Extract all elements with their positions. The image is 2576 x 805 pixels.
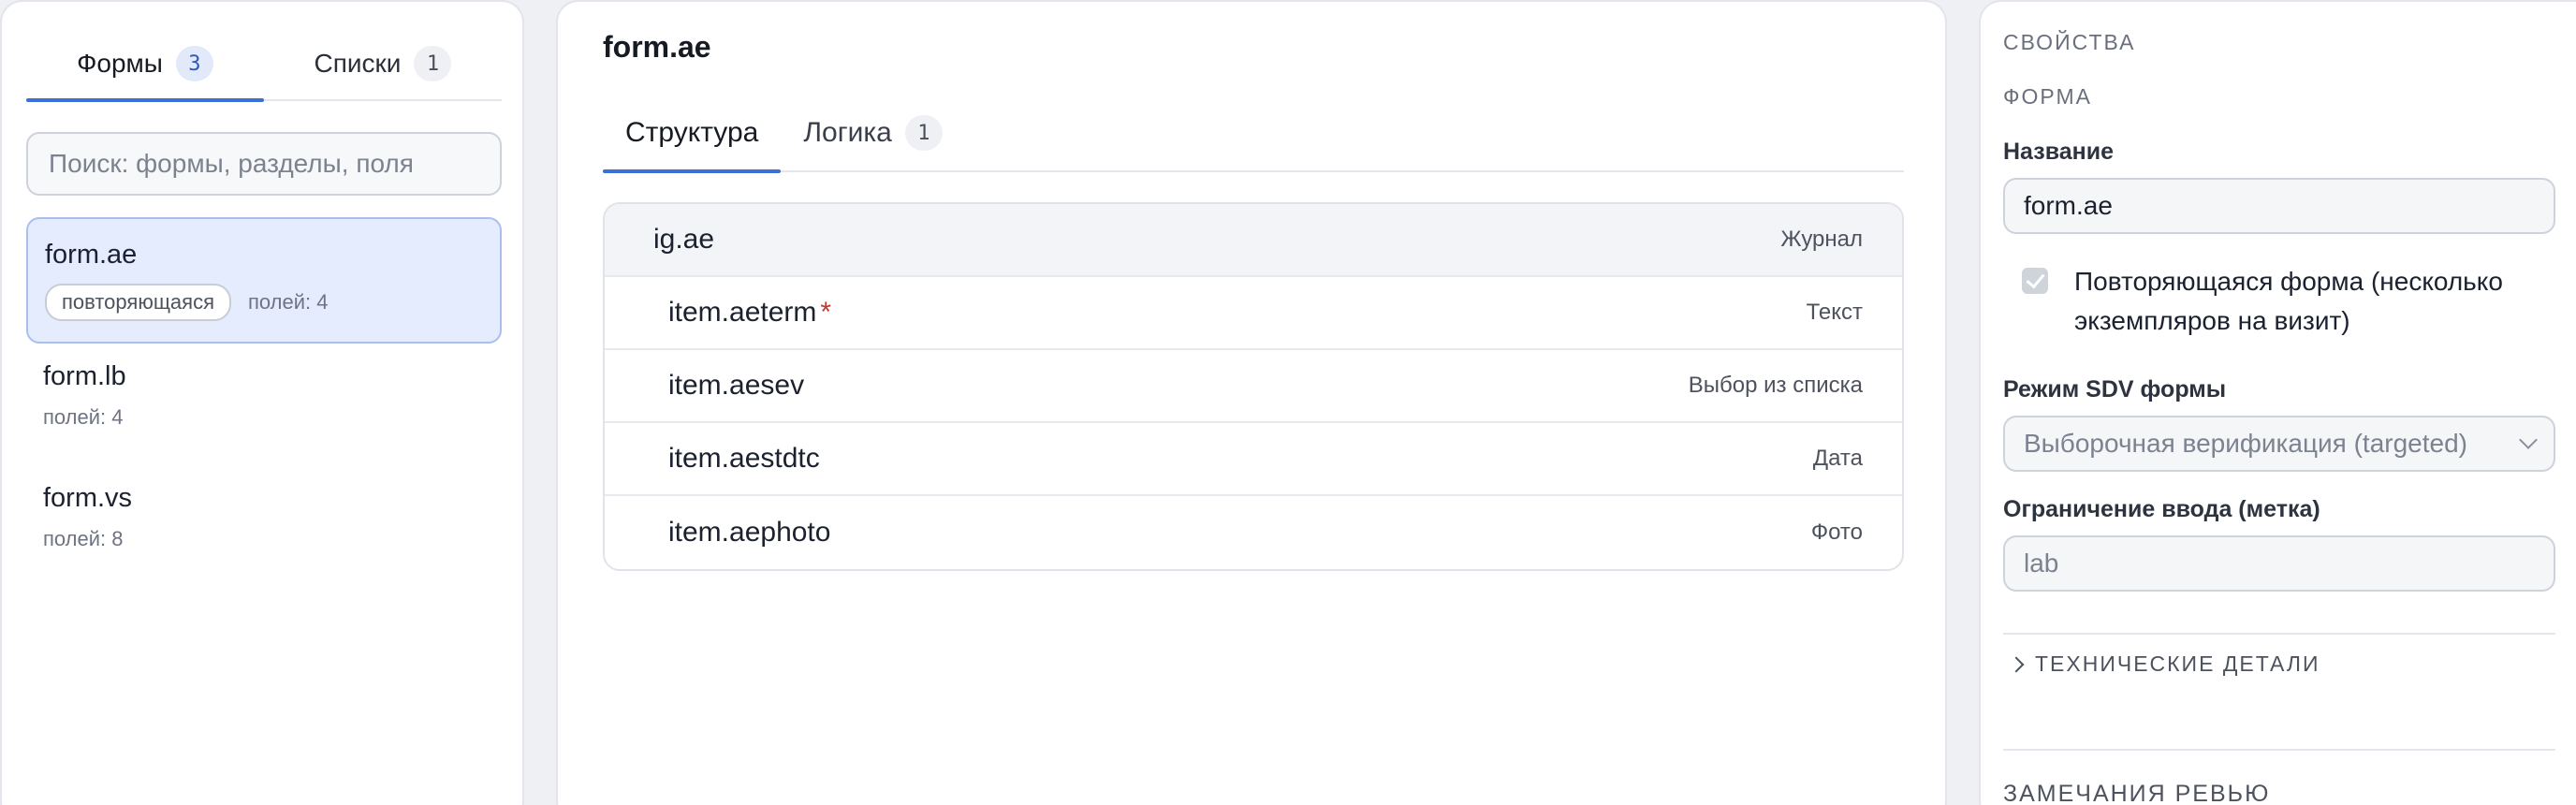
page-title: form.ae xyxy=(603,30,711,64)
row-type: Фото xyxy=(1810,520,1863,545)
tab-lists-label: Списки xyxy=(314,49,402,78)
form-name: form.vs xyxy=(43,483,133,513)
section-properties: СВОЙСТВА xyxy=(2003,30,2136,54)
row-name: item.aesev xyxy=(668,370,805,401)
center-tabs: Структура Логика 1 xyxy=(603,95,1904,173)
search-input[interactable] xyxy=(26,132,502,196)
form-field-count: полей: 4 xyxy=(247,290,329,314)
tab-logic-count: 1 xyxy=(904,115,943,151)
structure-tree: ig.ae Журнал item.aeterm * Текст item.aes… xyxy=(603,202,1904,571)
form-field-count: полей: 4 xyxy=(43,405,124,429)
technical-details-label: ТЕХНИЧЕСКИЕ ДЕТАЛИ xyxy=(2035,651,2320,676)
row-type: Журнал xyxy=(1780,227,1863,252)
row-name-text: item.aeterm xyxy=(668,297,817,328)
repeating-option[interactable]: Повторяющаяся форма (несколько экземпляр… xyxy=(2003,262,2555,341)
tree-row[interactable]: item.aeterm * Текст xyxy=(605,277,1902,350)
tab-forms-label: Формы xyxy=(77,49,163,78)
properties-panel: СВОЙСТВА ФОРМА Название form.ae Повторяю… xyxy=(1979,0,2576,805)
tree-row[interactable]: item.aestdtc Дата xyxy=(605,423,1902,496)
section-form: ФОРМА xyxy=(2003,84,2092,109)
tab-structure[interactable]: Структура xyxy=(603,95,782,173)
tab-forms[interactable]: Формы 3 xyxy=(26,28,264,102)
tab-logic-label: Логика xyxy=(803,117,892,148)
row-name: ig.ae xyxy=(653,224,715,255)
row-type: Текст xyxy=(1806,300,1863,325)
sdv-select-value: Выборочная верификация (targeted) xyxy=(2024,429,2467,458)
restriction-label: Ограничение ввода (метка) xyxy=(2003,496,2320,522)
chevron-right-icon xyxy=(2008,656,2025,672)
tree-row-group[interactable]: ig.ae Журнал xyxy=(605,204,1902,277)
tree-row[interactable]: item.aephoto Фото xyxy=(605,496,1902,569)
form-name: form.lb xyxy=(43,361,126,391)
sdv-select[interactable]: Выборочная верификация (targeted) xyxy=(2003,416,2555,472)
divider xyxy=(2003,749,2555,751)
form-name: form.ae xyxy=(45,240,138,270)
chevron-down-icon xyxy=(2519,431,2538,449)
tab-logic[interactable]: Логика 1 xyxy=(781,95,965,170)
structure-panel: form.ae Структура Логика 1 ig.ae Журнал … xyxy=(556,0,1947,805)
technical-details-toggle[interactable]: ТЕХНИЧЕСКИЕ ДЕТАЛИ xyxy=(2003,651,2320,677)
row-name: item.aeterm * xyxy=(668,297,831,329)
divider xyxy=(2003,633,2555,635)
app-root: Формы 3 Списки 1 form.ae повторяющаяся п… xyxy=(0,0,2576,805)
row-name: item.aephoto xyxy=(668,517,831,548)
required-marker: * xyxy=(820,297,832,328)
forms-panel: Формы 3 Списки 1 form.ae повторяющаяся п… xyxy=(0,0,524,805)
repeating-badge: повторяющаяся xyxy=(45,284,231,321)
left-tabs: Формы 3 Списки 1 xyxy=(26,28,502,102)
restriction-field[interactable]: lab xyxy=(2003,535,2555,592)
form-list-item-vs[interactable]: form.vs полей: 8 xyxy=(26,462,502,572)
row-type: Выбор из списка xyxy=(1688,373,1863,398)
tree-row[interactable]: item.aesev Выбор из списка xyxy=(605,350,1902,423)
section-review-notes: ЗАМЕЧАНИЯ РЕВЬЮ xyxy=(2003,781,2271,805)
form-list-item-lb[interactable]: form.lb полей: 4 xyxy=(26,341,502,450)
form-field-count: полей: 8 xyxy=(43,527,124,550)
row-name: item.aestdtc xyxy=(668,443,820,474)
tab-structure-label: Структура xyxy=(625,117,759,148)
tab-lists[interactable]: Списки 1 xyxy=(264,28,502,99)
name-field[interactable]: form.ae xyxy=(2003,178,2555,234)
sdv-label: Режим SDV формы xyxy=(2003,376,2227,402)
repeating-checkbox[interactable] xyxy=(2022,268,2048,294)
form-list-item-ae[interactable]: form.ae повторяющаяся полей: 4 xyxy=(26,217,502,344)
tab-lists-count: 1 xyxy=(414,46,452,81)
row-type: Дата xyxy=(1812,446,1863,471)
name-label: Название xyxy=(2003,139,2115,165)
tab-forms-count: 3 xyxy=(175,46,213,81)
repeating-checkbox-label: Повторяющаяся форма (несколько экземпляр… xyxy=(2074,267,2503,335)
